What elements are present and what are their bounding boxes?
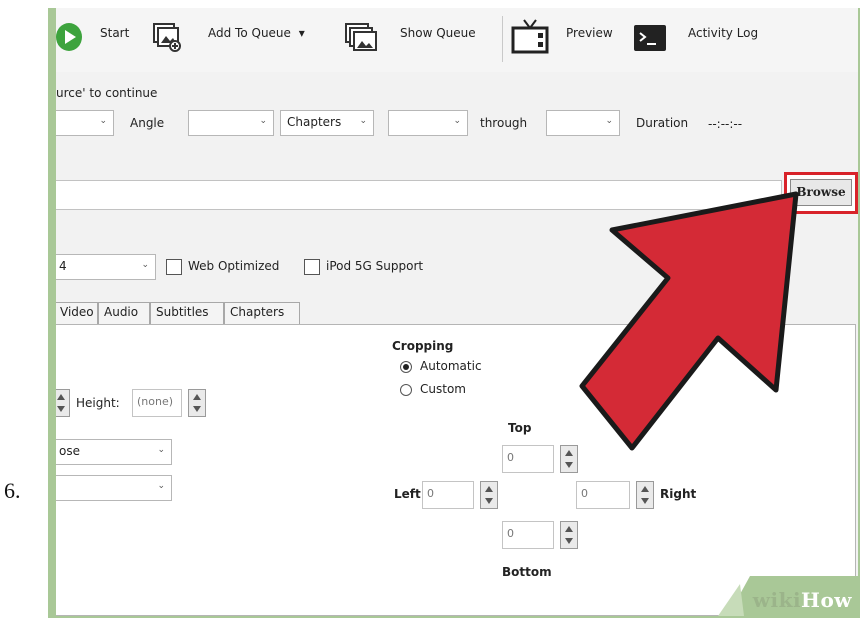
red-pointer-arrow-icon xyxy=(579,191,799,451)
handbrake-window: Start Add To Queue ▾ Show Queue Preview … xyxy=(56,8,858,616)
wikihow-watermark: wikiHow xyxy=(710,576,858,616)
wikihow-logo-wiki: wiki xyxy=(752,588,802,612)
screenshot-frame: Start Add To Queue ▾ Show Queue Preview … xyxy=(48,8,860,618)
wikihow-logo-how: How xyxy=(801,588,852,612)
wikihow-logo-text: wikiHow xyxy=(753,588,852,612)
step-number: 6. xyxy=(4,478,21,503)
